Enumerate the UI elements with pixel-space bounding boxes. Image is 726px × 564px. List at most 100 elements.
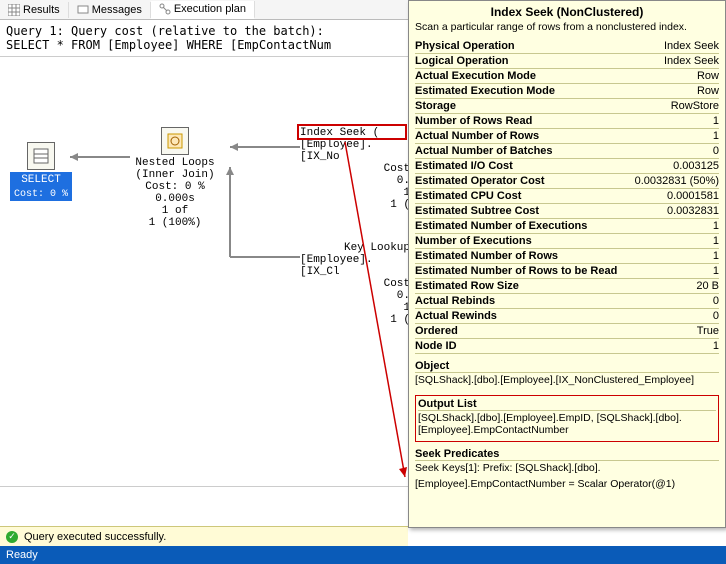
idxseek-l2: [Employee].[IX_No [300, 139, 410, 163]
ready-label: Ready [6, 549, 38, 561]
status-message: Query executed successfully. [24, 531, 166, 543]
output-header: Output List [418, 398, 716, 411]
operator-tooltip: Index Seek (NonClustered) Scan a particu… [408, 0, 726, 528]
prop-value: 0.003125 [673, 160, 719, 172]
prop-value: 0.0032831 (50%) [635, 175, 719, 187]
tooltip-row: Actual Rewinds 0 [415, 309, 719, 324]
message-icon [77, 4, 89, 16]
keylook-l4: 0. [300, 290, 410, 302]
prop-value: 0 [713, 145, 719, 157]
keylook-l3: Cost [300, 278, 410, 290]
idxseek-l4: 0. [300, 175, 410, 187]
tab-execution-plan[interactable]: Execution plan [151, 1, 255, 19]
prop-key: Storage [415, 100, 456, 112]
keylook-l2: [Employee].[IX_Cl [300, 254, 410, 278]
prop-value: 1 [713, 250, 719, 262]
tooltip-row: Actual Rebinds 0 [415, 294, 719, 309]
prop-value: 20 B [696, 280, 719, 292]
highlight-index-seek [297, 124, 407, 140]
tooltip-row: Estimated Execution ModeRow [415, 84, 719, 99]
select-label: SELECT [10, 172, 72, 188]
prop-value: 1 [713, 130, 719, 142]
tooltip-row: Physical Operation Index Seek [415, 39, 719, 54]
check-icon: ✓ [6, 531, 18, 543]
keylook-l5: 1 [300, 302, 410, 314]
tooltip-title: Index Seek (NonClustered) [415, 5, 719, 19]
prop-key: Actual Number of Rows [415, 130, 539, 142]
node-key-lookup[interactable]: Key Lookup [Employee].[IX_Cl Cost 0. 1 1… [300, 242, 410, 326]
node-nested-loops[interactable]: Nested Loops (Inner Join) Cost: 0 % 0.00… [120, 127, 230, 229]
tooltip-row: Estimated Number of Executions 1 [415, 219, 719, 234]
seek-header: Seek Predicates [415, 448, 719, 461]
prop-value: RowStore [671, 100, 719, 112]
tooltip-row: Number of Executions 1 [415, 234, 719, 249]
tooltip-row: Logical OperationIndex Seek [415, 54, 719, 69]
tooltip-seek-predicates: Seek Predicates Seek Keys[1]: Prefix: [S… [415, 448, 719, 493]
prop-key: Physical Operation [415, 40, 515, 52]
tab-messages[interactable]: Messages [69, 2, 151, 18]
select-cost: Cost: 0 % [10, 188, 72, 201]
object-header: Object [415, 360, 719, 373]
prop-key: Actual Number of Batches [415, 145, 553, 157]
prop-value: Row [697, 70, 719, 82]
tooltip-row: Number of Rows Read 1 [415, 114, 719, 129]
tooltip-row: Actual Number of Rows 1 [415, 129, 719, 144]
prop-value: Index Seek [664, 40, 719, 52]
nested-l4: 0.000s [120, 193, 230, 205]
tab-messages-label: Messages [92, 4, 142, 16]
prop-value: 1 [713, 265, 719, 277]
output-body: [SQLShack].[dbo].[Employee].EmpID, [SQLS… [418, 411, 716, 439]
prop-value: 1 [713, 340, 719, 352]
tooltip-properties: Physical OperationIndex SeekLogical Oper… [415, 39, 719, 354]
tooltip-row: Actual Number of Batches 0 [415, 144, 719, 159]
prop-key: Actual Rewinds [415, 310, 497, 322]
prop-value: 0.0001581 [667, 190, 719, 202]
tooltip-row: Estimated Subtree Cost 0.0032831 [415, 204, 719, 219]
prop-key: Estimated Execution Mode [415, 85, 555, 97]
prop-key: Number of Executions [415, 235, 532, 247]
seek-body1: Seek Keys[1]: Prefix: [SQLShack].[dbo]. [415, 461, 719, 477]
tab-results-label: Results [23, 4, 60, 16]
plan-icon [159, 3, 171, 15]
prop-key: Estimated Subtree Cost [415, 205, 539, 217]
seek-body2: [Employee].EmpContactNumber = Scalar Ope… [415, 477, 719, 493]
prop-key: Actual Rebinds [415, 295, 495, 307]
status-bar: ✓ Query executed successfully. [0, 526, 408, 546]
select-icon [27, 142, 55, 170]
prop-value: 0 [713, 310, 719, 322]
nested-l2: (Inner Join) [120, 169, 230, 181]
prop-key: Number of Rows Read [415, 115, 532, 127]
prop-value: Index Seek [664, 55, 719, 67]
prop-value: 1 [713, 235, 719, 247]
tooltip-row: Actual Execution ModeRow [415, 69, 719, 84]
nested-l5: 1 of [120, 205, 230, 217]
tooltip-row: Estimated Number of Rows to be Read 1 [415, 264, 719, 279]
tab-results[interactable]: Results [0, 2, 69, 18]
tooltip-row: Estimated Operator Cost 0.0032831 (50%) [415, 174, 719, 189]
prop-value: 0 [713, 295, 719, 307]
object-body: [SQLShack].[dbo].[Employee].[IX_NonClust… [415, 373, 719, 389]
idxseek-l5: 1 [300, 187, 410, 199]
prop-value: 0.0032831 [667, 205, 719, 217]
keylook-l6: 1 ( [300, 314, 410, 326]
nested-l6: 1 (100%) [120, 217, 230, 229]
prop-value: 1 [713, 220, 719, 232]
nested-loops-icon [161, 127, 189, 155]
prop-key: Estimated Number of Executions [415, 220, 587, 232]
tooltip-object: Object [SQLShack].[dbo].[Employee].[IX_N… [415, 360, 719, 389]
ready-bar: Ready [0, 546, 726, 564]
tooltip-row: Estimated Number of Rows 1 [415, 249, 719, 264]
nested-l1: Nested Loops [120, 157, 230, 169]
prop-value: 1 [713, 115, 719, 127]
prop-value: True [697, 325, 719, 337]
tooltip-desc: Scan a particular range of rows from a n… [415, 19, 719, 39]
tooltip-row: Estimated CPU Cost0.0001581 [415, 189, 719, 204]
prop-key: Estimated Number of Rows [415, 250, 558, 262]
prop-key: Node ID [415, 340, 457, 352]
prop-key: Estimated Number of Rows to be Read [415, 265, 617, 277]
grid-icon [8, 4, 20, 16]
node-select[interactable]: SELECT Cost: 0 % [10, 142, 72, 201]
nested-l3: Cost: 0 % [120, 181, 230, 193]
tab-execplan-label: Execution plan [174, 3, 246, 15]
prop-key: Estimated Operator Cost [415, 175, 545, 187]
